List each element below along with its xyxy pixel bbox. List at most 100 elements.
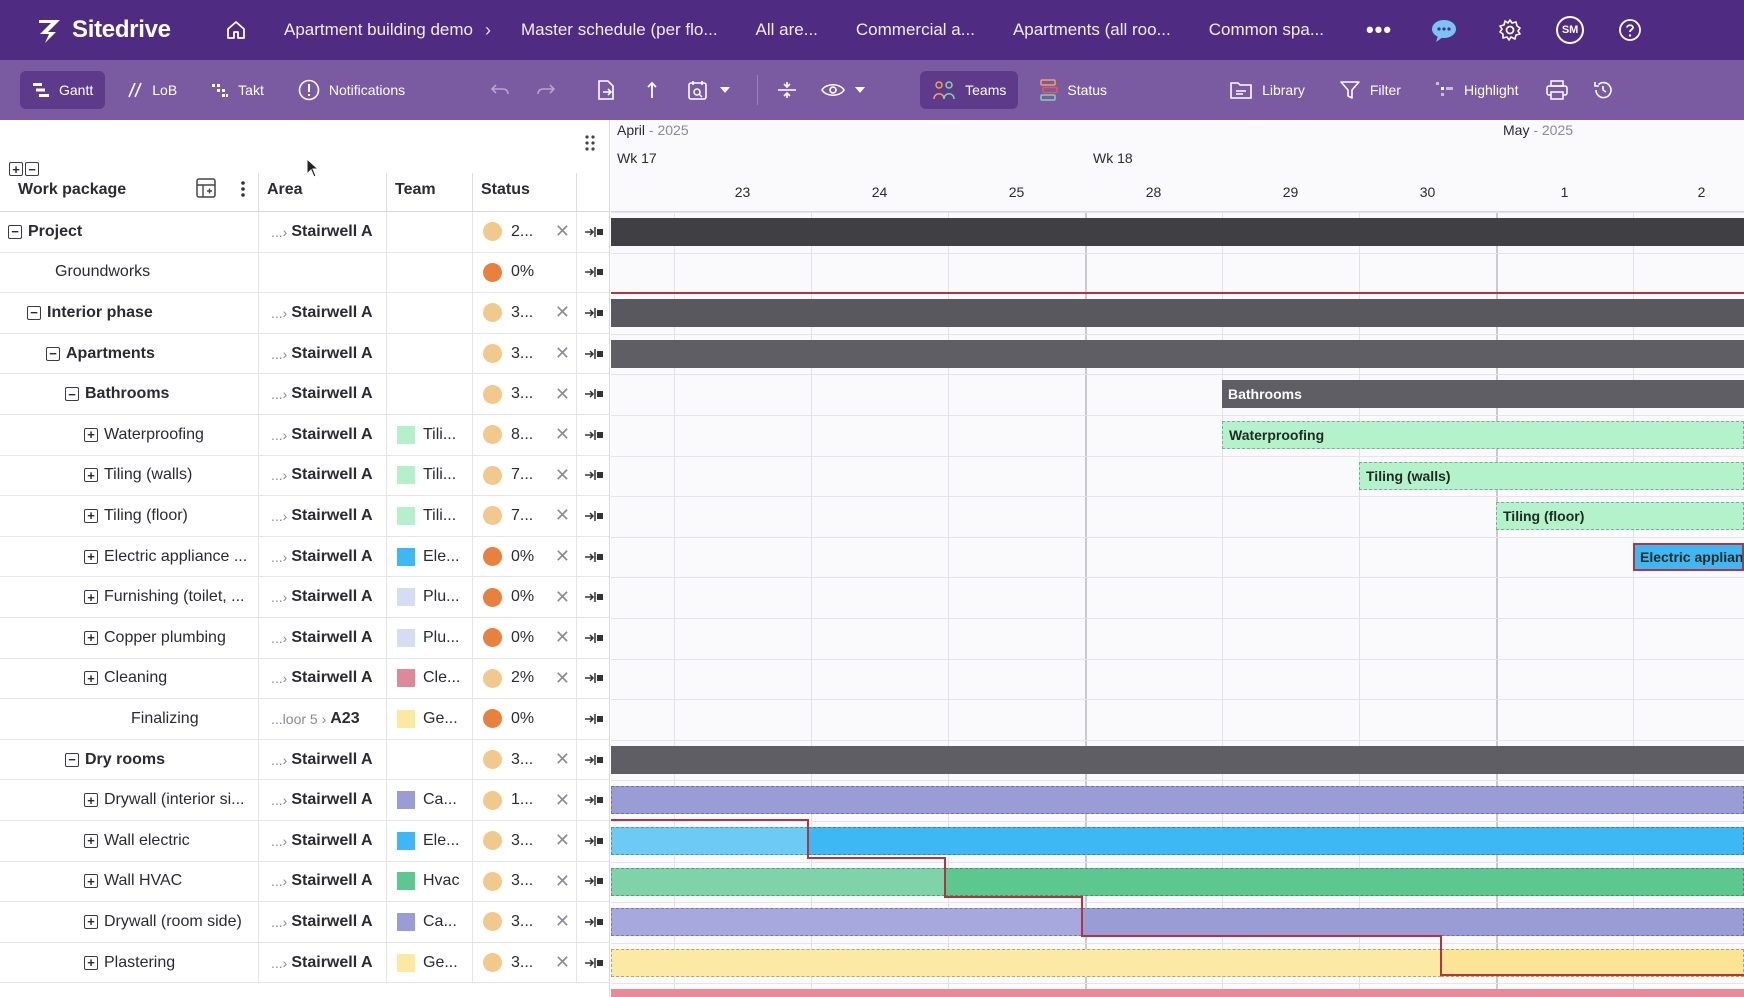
- table-row[interactable]: + Drywall (room side) ...› Stairwell A Ca...…: [0, 902, 609, 943]
- task-bar-plastering-b[interactable]: [1441, 948, 1744, 977]
- clear-icon[interactable]: ✕: [555, 627, 570, 648]
- status-cell[interactable]: 0% ✕: [472, 618, 576, 658]
- status-cell[interactable]: 3... ✕: [472, 374, 576, 414]
- library-button[interactable]: Library: [1217, 71, 1317, 109]
- breadcrumb-project[interactable]: Apartment building demo: [284, 20, 473, 40]
- area-cell[interactable]: ...› Stairwell A: [258, 780, 384, 820]
- clear-icon[interactable]: ✕: [555, 952, 570, 973]
- scroll-to-bar-icon[interactable]: [576, 415, 609, 455]
- status-cell[interactable]: 0%: [472, 252, 576, 293]
- visibility-eye-icon[interactable]: [816, 71, 850, 109]
- column-header-work-package[interactable]: Work package: [18, 171, 218, 211]
- summary-bar-bathrooms[interactable]: Bathrooms: [1222, 380, 1744, 409]
- table-row[interactable]: + Tiling (walls) ...› Stairwell A Tili... 7..…: [0, 455, 609, 497]
- area-cell[interactable]: ...› Stairwell A: [258, 455, 384, 496]
- table-row[interactable]: Groundworks 0%: [0, 252, 609, 294]
- column-header-team[interactable]: Team: [395, 171, 436, 211]
- status-cell[interactable]: 1... ✕: [472, 780, 576, 820]
- clear-icon[interactable]: ✕: [555, 587, 570, 608]
- task-bar-drywall-room-b[interactable]: [1082, 908, 1744, 937]
- collapse-icon[interactable]: −: [8, 224, 22, 239]
- team-cell[interactable]: Tili...: [386, 496, 472, 536]
- expand-icon[interactable]: +: [84, 427, 98, 442]
- table-row[interactable]: + Cleaning ...› Stairwell A Cle... 2% ✕: [0, 658, 609, 700]
- status-cell[interactable]: 3... ✕: [472, 861, 576, 902]
- table-row[interactable]: + Furnishing (toilet, ... ...› Stairwell A P…: [0, 577, 609, 618]
- expand-icon[interactable]: +: [84, 914, 98, 929]
- area-cell[interactable]: ...› Stairwell A: [258, 496, 384, 536]
- task-bar-electric-appliance[interactable]: Electric applian: [1633, 542, 1744, 571]
- table-row[interactable]: − Dry rooms ...› Stairwell A 3... ✕: [0, 739, 609, 781]
- clear-icon[interactable]: ✕: [555, 668, 570, 689]
- collapse-icon[interactable]: −: [27, 305, 41, 320]
- breadcrumb-all-areas[interactable]: All are...: [756, 20, 818, 40]
- clear-icon[interactable]: ✕: [555, 546, 570, 567]
- status-cell[interactable]: 8... ✕: [472, 415, 576, 455]
- expand-icon[interactable]: +: [84, 955, 98, 970]
- task-bar-tiling-floor[interactable]: Tiling (floor): [1496, 502, 1744, 531]
- team-cell[interactable]: Plu...: [386, 577, 472, 617]
- team-cell[interactable]: Plu...: [386, 618, 472, 658]
- team-cell[interactable]: Tili...: [386, 415, 472, 455]
- team-cell[interactable]: Ge...: [386, 942, 472, 983]
- status-cell[interactable]: 3... ✕: [472, 293, 576, 333]
- column-header-status[interactable]: Status: [481, 171, 530, 211]
- expand-icon[interactable]: +: [84, 630, 98, 645]
- scroll-to-bar-icon[interactable]: [576, 252, 609, 293]
- summary-bar-interior-phase[interactable]: [611, 299, 1744, 328]
- expand-icon[interactable]: +: [84, 590, 98, 605]
- table-row[interactable]: Finalizing ...loor 5 › A23 Ge... 0%: [0, 699, 609, 740]
- area-cell[interactable]: ...› Stairwell A: [258, 942, 384, 983]
- scroll-to-bar-icon[interactable]: [576, 212, 609, 252]
- column-settings-icon[interactable]: [196, 178, 216, 203]
- scroll-to-bar-icon[interactable]: [576, 780, 609, 820]
- task-bar-wall-electric-b[interactable]: [808, 827, 1744, 855]
- table-row[interactable]: − Apartments ...› Stairwell A 3... ✕: [0, 333, 609, 375]
- scroll-to-bar-icon[interactable]: [576, 942, 609, 983]
- team-cell[interactable]: [386, 293, 472, 333]
- status-cell[interactable]: 3... ✕: [472, 821, 576, 861]
- status-color-button[interactable]: Status: [1028, 71, 1119, 109]
- move-up-icon[interactable]: [635, 71, 669, 109]
- chat-feedback-icon[interactable]: [1424, 10, 1464, 50]
- expand-icon[interactable]: +: [84, 671, 98, 686]
- notifications-button[interactable]: Notifications: [286, 71, 417, 109]
- scroll-to-bar-icon[interactable]: [576, 821, 609, 861]
- highlight-button[interactable]: Highlight: [1423, 71, 1530, 109]
- scroll-to-bar-icon[interactable]: [576, 536, 609, 577]
- breadcrumb-common-spaces[interactable]: Common spa...: [1209, 20, 1324, 40]
- status-cell[interactable]: 3... ✕: [472, 739, 576, 780]
- team-cell[interactable]: [386, 212, 472, 252]
- clear-icon[interactable]: ✕: [555, 221, 570, 242]
- area-cell[interactable]: ...› Stairwell A: [258, 618, 384, 658]
- area-cell[interactable]: [258, 252, 384, 293]
- team-cell[interactable]: Ca...: [386, 902, 472, 942]
- table-row[interactable]: + Copper plumbing ...› Stairwell A Plu... 0% ✕: [0, 618, 609, 659]
- status-cell[interactable]: 3... ✕: [472, 333, 576, 374]
- team-cell[interactable]: Ge...: [386, 699, 472, 739]
- team-cell[interactable]: [386, 374, 472, 414]
- table-row[interactable]: + Waterproofing ...› Stairwell A Tili... 8...…: [0, 415, 609, 456]
- area-cell[interactable]: ...› Stairwell A: [258, 536, 384, 577]
- status-cell[interactable]: 7... ✕: [472, 496, 576, 536]
- status-cell[interactable]: 3... ✕: [472, 942, 576, 983]
- clear-icon[interactable]: ✕: [555, 424, 570, 445]
- help-icon[interactable]: [1610, 10, 1650, 50]
- area-cell[interactable]: ...› Stairwell A: [258, 415, 384, 455]
- scroll-to-bar-icon[interactable]: [576, 861, 609, 902]
- clear-icon[interactable]: ✕: [555, 343, 570, 364]
- drag-handle-icon[interactable]: [584, 134, 596, 157]
- task-bar-drywall-room-a[interactable]: [611, 908, 1082, 937]
- task-bar-plastering-a[interactable]: [611, 948, 1441, 977]
- status-cell[interactable]: 2... ✕: [472, 212, 576, 252]
- expand-icon[interactable]: +: [84, 508, 98, 523]
- expand-icon[interactable]: +: [84, 793, 98, 808]
- task-bar-tiling-walls[interactable]: Tiling (walls): [1359, 461, 1744, 490]
- chevron-down-icon[interactable]: [717, 71, 733, 109]
- team-cell[interactable]: Ele...: [386, 821, 472, 861]
- scroll-to-bar-icon[interactable]: [576, 618, 609, 658]
- area-cell[interactable]: ...› Stairwell A: [258, 577, 384, 617]
- table-row[interactable]: + Wall electric ...› Stairwell A Ele... 3... ✕: [0, 821, 609, 862]
- user-avatar[interactable]: SM: [1556, 16, 1585, 44]
- collapse-rows-icon[interactable]: [770, 71, 804, 109]
